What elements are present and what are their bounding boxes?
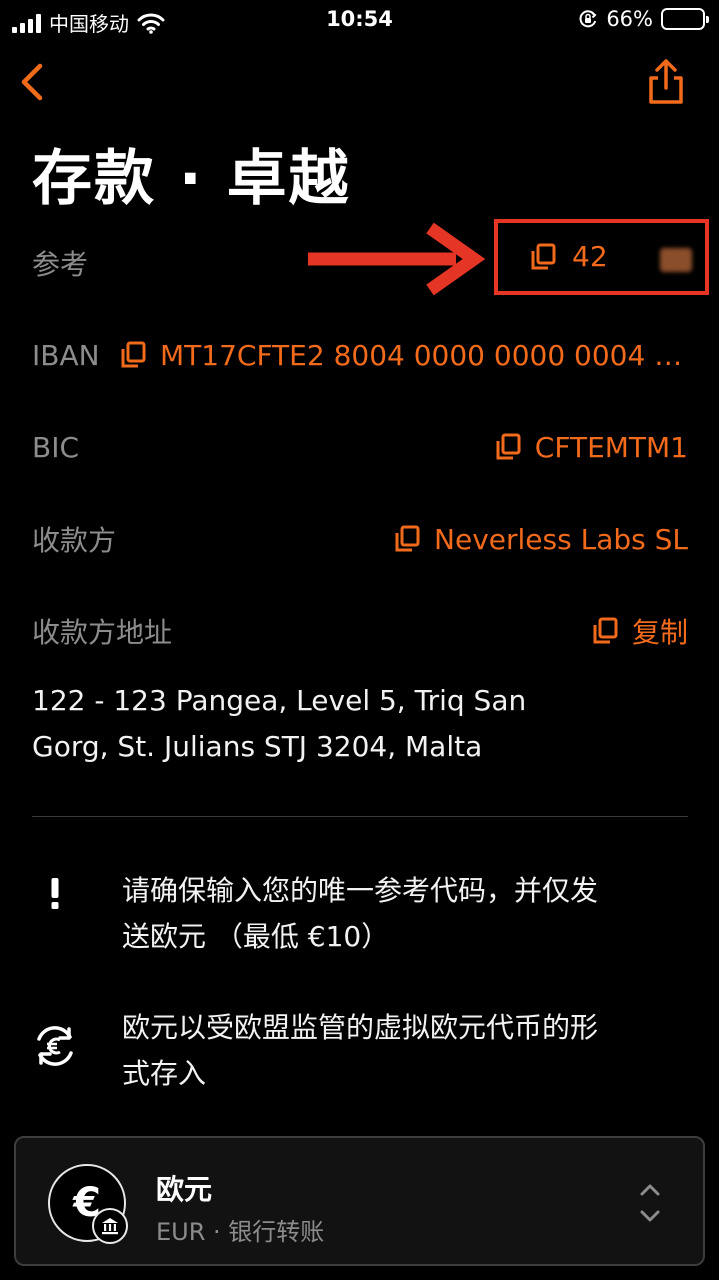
bic-value: CFTEMTM1 [534,430,688,464]
copy-icon [395,525,420,552]
euro-line-2: 式存入 [122,1057,207,1090]
euro-exchange-icon [32,1005,78,1097]
page-title: 存款 · 卓越 [32,144,351,214]
iban-copy-button[interactable]: MT17CFTE2 8004 0000 0000 0004 4… [120,339,688,372]
payee-address-label: 收款方地址 [32,616,173,649]
battery-percent: 66% [606,7,653,31]
battery-icon [661,8,709,30]
exclamation-icon [32,868,78,960]
euro-line-1: 欧元以受欧盟监管的虚拟欧元代币的形 [122,1011,599,1044]
iban-label: IBAN [32,338,100,372]
reference-label: 参考 [32,248,89,281]
copy-icon [531,243,556,269]
redacted-blur [660,248,692,272]
warning-text: 请确保输入您的唯一参考代码，并仅发 送欧元 （最低 €10） [122,868,662,960]
annotation-arrow-icon [308,222,486,296]
payee-value: Neverless Labs SL [434,522,688,556]
iban-value: MT17CFTE2 8004 0000 0000 0004 4… [160,338,688,372]
divider [32,816,688,817]
status-bar: 中国移动 10:54 66% [0,0,719,40]
iban-row: IBAN MT17CFTE2 8004 0000 0000 0004 4… [32,327,688,383]
orientation-lock-icon [579,10,597,28]
reference-copy-button[interactable]: 42 [530,240,608,273]
copy-icon [496,433,521,460]
payee-address-copy-button[interactable]: 复制 [592,611,688,651]
bic-copy-button[interactable]: CFTEMTM1 [495,431,688,464]
back-button[interactable] [16,60,50,104]
copy-label: 复制 [631,616,688,649]
payee-address-row: 收款方地址 复制 [32,603,688,659]
status-right: 66% [578,7,709,31]
bic-row: BIC CFTEMTM1 [32,419,688,475]
payee-label: 收款方 [32,524,117,557]
warning-line-1: 请确保输入您的唯一参考代码，并仅发 [122,874,599,907]
address-line-1: 122 - 123 Pangea, Level 5, Triq San [32,684,527,717]
copy-icon [593,617,618,644]
reference-value: 42 [572,240,608,273]
warning-notice: 请确保输入您的唯一参考代码，并仅发 送欧元 （最低 €10） [32,868,688,960]
copy-icon [121,341,146,368]
payee-row: 收款方 Neverless Labs SL [32,511,688,567]
euro-token-notice: 欧元以受欧盟监管的虚拟欧元代币的形 式存入 [32,1005,688,1097]
bank-icon [92,1208,128,1244]
bic-label: BIC [32,430,80,464]
share-button[interactable] [644,58,688,106]
currency-selector[interactable]: € 欧元 EUR · 银行转账 [14,1136,705,1266]
currency-subtitle: EUR · 银行转账 [156,1218,325,1246]
payee-address-text: 122 - 123 Pangea, Level 5, Triq San Gorg… [32,678,552,770]
currency-name: 欧元 [156,1173,213,1206]
address-line-2: Gorg, St. Julians STJ 3204, Malta [32,730,483,763]
chevron-up-down-icon [640,1184,660,1222]
payee-copy-button[interactable]: Neverless Labs SL [394,523,688,556]
euro-token-text: 欧元以受欧盟监管的虚拟欧元代币的形 式存入 [122,1005,662,1097]
warning-line-2: 送欧元 （最低 €10） [122,920,390,953]
